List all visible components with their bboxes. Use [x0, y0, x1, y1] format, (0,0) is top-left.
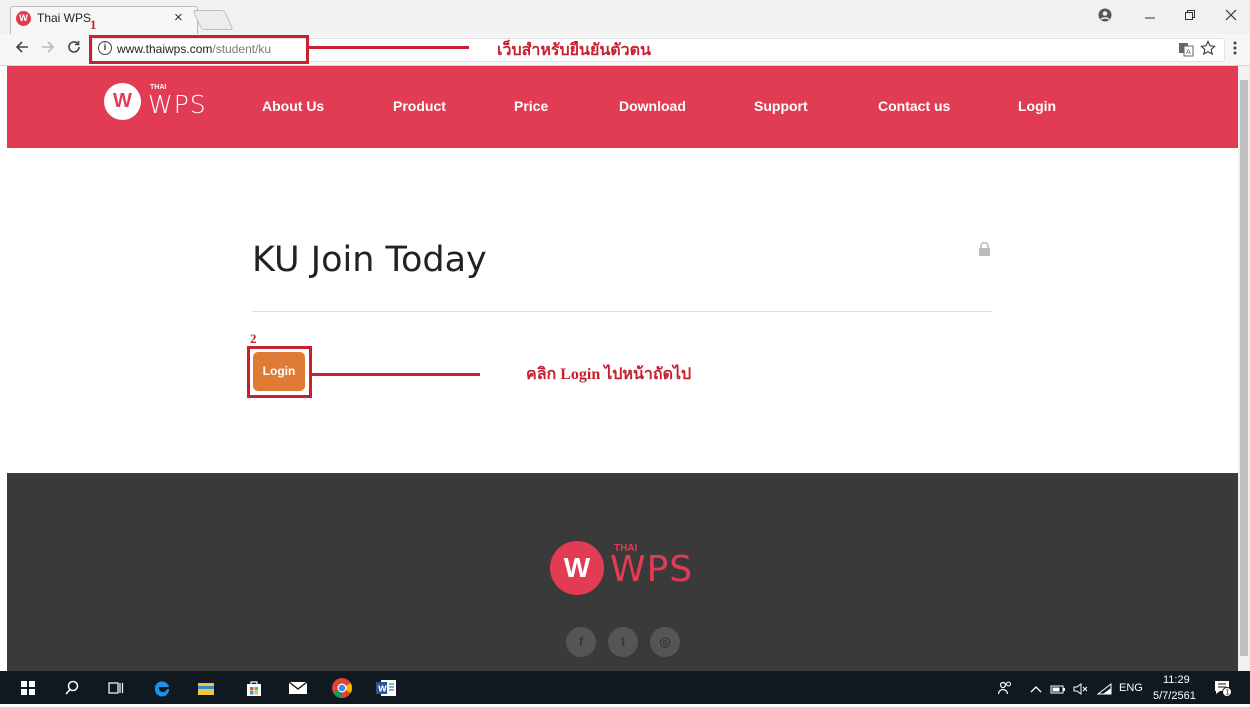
window-close-icon[interactable]	[1225, 8, 1237, 25]
file-explorer-icon[interactable]	[194, 676, 218, 700]
annotation-line-url	[309, 46, 469, 49]
annotation-step-2-label: คลิก Login ไปหน้าถัดไป	[526, 366, 692, 383]
annotation-step-2-number: 2	[250, 331, 257, 346]
content-divider	[252, 311, 992, 312]
ku-login-button[interactable]: Login	[253, 352, 305, 391]
facebook-icon[interactable]: f	[566, 627, 596, 657]
footer-wps-logo-icon: W	[550, 541, 604, 595]
people-icon[interactable]	[997, 680, 1013, 701]
nav-price[interactable]: Price	[514, 98, 548, 114]
nav-download[interactable]: Download	[619, 98, 686, 114]
chrome-icon[interactable]	[330, 676, 354, 700]
annotation-box-url	[89, 35, 309, 64]
edge-browser-icon[interactable]	[150, 676, 174, 700]
twitter-icon[interactable]: t	[608, 627, 638, 657]
restore-icon[interactable]	[1184, 8, 1196, 25]
nav-login[interactable]: Login	[1018, 98, 1056, 114]
store-icon[interactable]	[242, 676, 266, 700]
battery-icon[interactable]	[1050, 682, 1066, 700]
profile-icon[interactable]	[1098, 8, 1112, 25]
nav-about-us[interactable]: About Us	[262, 98, 324, 114]
nav-contact-us[interactable]: Contact us	[878, 98, 950, 114]
scrollbar-thumb[interactable]	[1240, 80, 1248, 656]
logo-wps-text[interactable]: WPS	[148, 90, 207, 119]
nav-support[interactable]: Support	[754, 98, 808, 114]
wifi-icon[interactable]	[1096, 682, 1113, 700]
reload-icon[interactable]	[66, 39, 82, 60]
windows-start-icon[interactable]	[16, 676, 40, 700]
annotation-line-login	[312, 373, 480, 376]
wps-favicon-icon: W	[16, 11, 31, 26]
annotation-step-1-number: 1	[90, 17, 97, 32]
svg-text:W: W	[378, 685, 387, 694]
tab-close-icon[interactable]: ×	[174, 9, 183, 26]
language-indicator[interactable]: ENG	[1119, 682, 1143, 694]
forward-arrow-icon[interactable]	[40, 39, 56, 60]
search-icon[interactable]	[60, 676, 84, 700]
tray-chevron-up-icon[interactable]	[1030, 682, 1042, 700]
clock-date[interactable]: 5/7/2561	[1153, 690, 1196, 702]
word-icon[interactable]: W	[374, 676, 398, 700]
wps-logo-icon[interactable]: W	[104, 83, 141, 120]
back-arrow-icon[interactable]	[14, 39, 30, 60]
task-view-icon[interactable]	[104, 676, 128, 700]
minimize-icon[interactable]	[1144, 8, 1156, 25]
tab-title: Thai WPS	[37, 11, 92, 25]
svg-text:1: 1	[1225, 689, 1229, 697]
bookmark-star-icon[interactable]	[1200, 40, 1216, 61]
translate-icon[interactable]: A	[1178, 41, 1194, 62]
lock-icon	[978, 241, 991, 256]
page-title: KU Join Today	[252, 240, 487, 280]
footer-logo-wps-text: WPS	[610, 549, 694, 590]
instagram-icon[interactable]: ◎	[650, 627, 680, 657]
clock-time[interactable]: 11:29	[1163, 674, 1190, 686]
svg-text:A: A	[1186, 48, 1191, 56]
menu-kebab-icon[interactable]	[1232, 40, 1238, 61]
volume-muted-icon[interactable]	[1073, 682, 1089, 700]
action-center-icon[interactable]: 1	[1214, 679, 1232, 702]
annotation-step-1-label: เว็บสำหรับยืนยันตัวตน	[497, 42, 651, 59]
nav-product[interactable]: Product	[393, 98, 446, 114]
mail-icon[interactable]	[286, 676, 310, 700]
